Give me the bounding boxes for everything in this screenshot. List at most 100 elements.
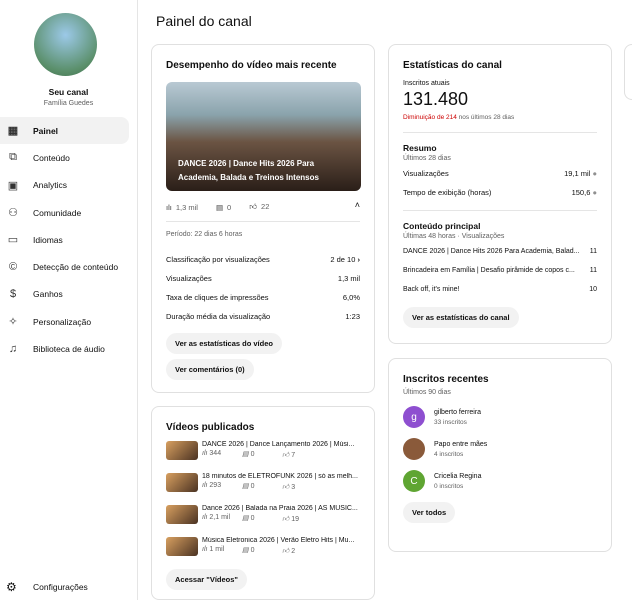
- period-label: Período: 22 dias 6 horas: [166, 231, 243, 238]
- see-all-button[interactable]: Ver todos: [403, 502, 456, 523]
- comments-count: 0: [227, 202, 232, 212]
- sidebar-item-label: Idiomas: [33, 234, 63, 245]
- metric-value: 1:23: [345, 312, 360, 321]
- sidebar: Seu canal Família Guedes ▦ Painel ⧉ Conteú…: [0, 0, 138, 600]
- content-views: 10: [589, 286, 597, 293]
- subscriber-count: 33 inscritos: [434, 418, 467, 426]
- sidebar-item-comunidade[interactable]: ⚇ Comunidade: [0, 199, 129, 226]
- sidebar-item-idiomas[interactable]: ▭ Idiomas: [0, 226, 129, 253]
- comment-icon: ▤: [242, 515, 249, 522]
- video-list-item[interactable]: Música Eletronica 2026 | Verão Eletro Hi…: [166, 537, 374, 558]
- top-content-row[interactable]: Back off, it's mine! 10: [403, 280, 597, 299]
- go-to-videos-button[interactable]: Acessar "Vídeos": [166, 569, 247, 590]
- metric-label: Visualizações: [166, 274, 212, 283]
- views-count: 293: [209, 482, 222, 489]
- sidebar-item-ganhos[interactable]: $ Ganhos: [0, 281, 129, 308]
- content-icon: ⧉: [9, 151, 17, 164]
- top-content-row[interactable]: DANCE 2026 | Dance Hits 2026 Para Academ…: [403, 242, 597, 261]
- subscriber-name: gilberto ferreira: [434, 408, 482, 416]
- summary-row: Visualizações 19,1 mil ●: [403, 164, 597, 183]
- views-count: 1 mil: [209, 546, 225, 553]
- subscriber-name: Cricelia Regina: [434, 472, 482, 480]
- video-title: DANCE 2026 | Dance Hits 2026 Para Academ…: [178, 159, 319, 182]
- avatar: g: [403, 406, 425, 428]
- info-icon[interactable]: ●: [592, 169, 597, 178]
- view-comments-button[interactable]: Ver comentários (0): [166, 359, 254, 380]
- subscriber-count: 4 inscritos: [434, 450, 464, 458]
- card-subtitle: Últimos 90 dias: [403, 389, 451, 396]
- subscriber-item[interactable]: g gilberto ferreira 33 inscritos: [403, 406, 597, 428]
- metric-row: Duração média da visualização 1:23: [166, 307, 360, 326]
- sidebar-item-analytics[interactable]: ▣ Analytics: [0, 172, 129, 199]
- content-title: Brincadeira em Família | Desafio pirâmid…: [403, 267, 575, 274]
- chevron-up-icon[interactable]: ˄: [355, 200, 360, 210]
- sidebar-item-painel[interactable]: ▦ Painel: [0, 117, 129, 145]
- avatar: C: [403, 470, 425, 492]
- magic-wand-icon: ✧: [8, 316, 18, 329]
- sidebar-item-label: Comunidade: [33, 207, 82, 218]
- video-thumbnail[interactable]: DANCE 2026 | Dance Hits 2026 Para Academ…: [166, 82, 361, 191]
- like-icon: 👍︎: [282, 548, 290, 555]
- subs-change-period: nos últimos 28 dias: [456, 114, 515, 121]
- partial-card: [624, 44, 632, 100]
- like-icon: 👍︎: [282, 516, 290, 523]
- comment-icon: ▤: [242, 547, 249, 554]
- channel-stats-card: Estatísticas do canal Inscritos atuais 1…: [388, 44, 612, 344]
- card-title: Inscritos recentes: [403, 374, 489, 385]
- metric-label: Visualizações: [403, 169, 449, 178]
- subs-count: 131.480: [403, 89, 469, 109]
- video-stats-button[interactable]: Ver as estatísticas do vídeo: [166, 333, 282, 354]
- sidebar-item-personalizacao[interactable]: ✧ Personalização: [0, 308, 129, 335]
- video-list-item[interactable]: Dance 2026 | Balada na Praia 2026 | AS M…: [166, 505, 374, 526]
- metric-value: 1,3 mil: [337, 274, 360, 283]
- metric-value: 19,1 mil: [564, 169, 591, 178]
- views-icon: ılı: [166, 202, 172, 212]
- video-title: Dance 2026 | Balada na Praia 2026 | AS M…: [202, 505, 358, 512]
- content-title: Back off, it's mine!: [403, 286, 460, 293]
- sidebar-item-configuracoes[interactable]: ⚙ Configurações: [6, 580, 88, 594]
- metric-value: 150,6: [571, 188, 591, 197]
- likes-count: 19: [291, 516, 300, 523]
- video-title: Música Eletronica 2026 | Verão Eletro Hi…: [202, 537, 355, 544]
- chevron-right-icon: ›: [357, 255, 361, 264]
- content-views: 11: [589, 248, 597, 255]
- info-icon[interactable]: ●: [592, 188, 597, 197]
- card-title: Vídeos publicados: [166, 422, 255, 433]
- like-icon: 👍︎: [282, 452, 290, 459]
- dashboard-icon: ▦: [7, 125, 19, 138]
- content-title: DANCE 2026 | Dance Hits 2026 Para Academ…: [403, 248, 580, 255]
- like-icon: 👍︎: [282, 484, 290, 491]
- metric-label: Taxa de cliques de impressões: [166, 293, 269, 302]
- views-icon: ılı: [202, 482, 208, 489]
- video-list-item[interactable]: 18 minutos de ELETROFUNK 2026 | só as me…: [166, 473, 374, 494]
- metric-row-ranking[interactable]: Classificação por visualizações 2 de 10 ›: [166, 250, 360, 269]
- views-count: 1,3 mil: [175, 202, 198, 212]
- content-views: 11: [589, 267, 597, 274]
- sidebar-item-biblioteca[interactable]: ♫ Biblioteca de áudio: [0, 335, 129, 362]
- sidebar-item-conteudo[interactable]: ⧉ Conteúdo: [0, 144, 129, 171]
- sidebar-item-deteccao[interactable]: © Detecção de conteúdo: [0, 253, 129, 280]
- top-content-title: Conteúdo principal: [403, 221, 481, 231]
- metric-value: 2 de 10: [330, 255, 356, 264]
- comments-count: 0: [250, 451, 255, 458]
- sidebar-item-label: Biblioteca de áudio: [33, 344, 105, 355]
- comment-icon: ▤: [242, 483, 249, 490]
- channel-avatar[interactable]: [34, 13, 97, 76]
- likes-count: 2: [291, 548, 296, 555]
- channel-stats-button[interactable]: Ver as estatísticas do canal: [403, 307, 519, 328]
- gear-icon: ⚙: [6, 580, 17, 594]
- comments-count: 0: [250, 483, 255, 490]
- subscriber-item[interactable]: C Cricelia Regina 0 inscritos: [403, 470, 597, 492]
- views-icon: ılı: [202, 450, 208, 457]
- video-list-item[interactable]: DANCE 2026 | Dance Lançamento 2026 | Mús…: [166, 441, 374, 462]
- top-content-row[interactable]: Brincadeira em Família | Desafio pirâmid…: [403, 261, 597, 280]
- video-thumbnail: [166, 473, 198, 492]
- subscriber-name: Papo entre mães: [434, 440, 488, 448]
- metric-label: Duração média da visualização: [166, 312, 271, 321]
- subscriber-item[interactable]: Papo entre mães 4 inscritos: [403, 438, 597, 460]
- subscriber-count: 0 inscritos: [434, 482, 464, 490]
- metric-label: Tempo de exibição (horas): [403, 188, 492, 197]
- views-count: 2,1 mil: [209, 514, 231, 521]
- likes-count: 3: [291, 484, 296, 491]
- top-content-subtitle: Últimas 48 horas · Visualizações: [403, 233, 505, 240]
